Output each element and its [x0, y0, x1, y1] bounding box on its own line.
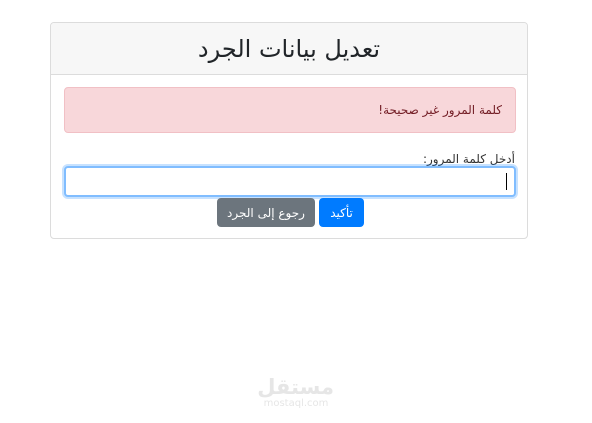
confirm-button[interactable]: تأكيد	[319, 198, 364, 227]
back-to-inventory-button[interactable]: رجوع إلى الجرد	[217, 198, 315, 227]
watermark-arabic-logo: مستقل	[257, 375, 334, 399]
error-message: كلمة المرور غير صحيحة!	[378, 103, 502, 117]
error-alert: كلمة المرور غير صحيحة!	[64, 87, 516, 133]
watermark-domain: mostaql.com	[263, 398, 329, 409]
edit-inventory-card: تعديل بيانات الجرد كلمة المرور غير صحيحة…	[50, 22, 528, 239]
text-cursor	[506, 173, 507, 190]
page-title: تعديل بيانات الجرد	[197, 34, 381, 63]
mostaql-watermark: مستقل mostaql.com	[257, 375, 334, 409]
password-input[interactable]	[64, 166, 516, 197]
card-header: تعديل بيانات الجرد	[51, 23, 527, 75]
password-label: أدخل كلمة المرور:	[422, 152, 515, 166]
